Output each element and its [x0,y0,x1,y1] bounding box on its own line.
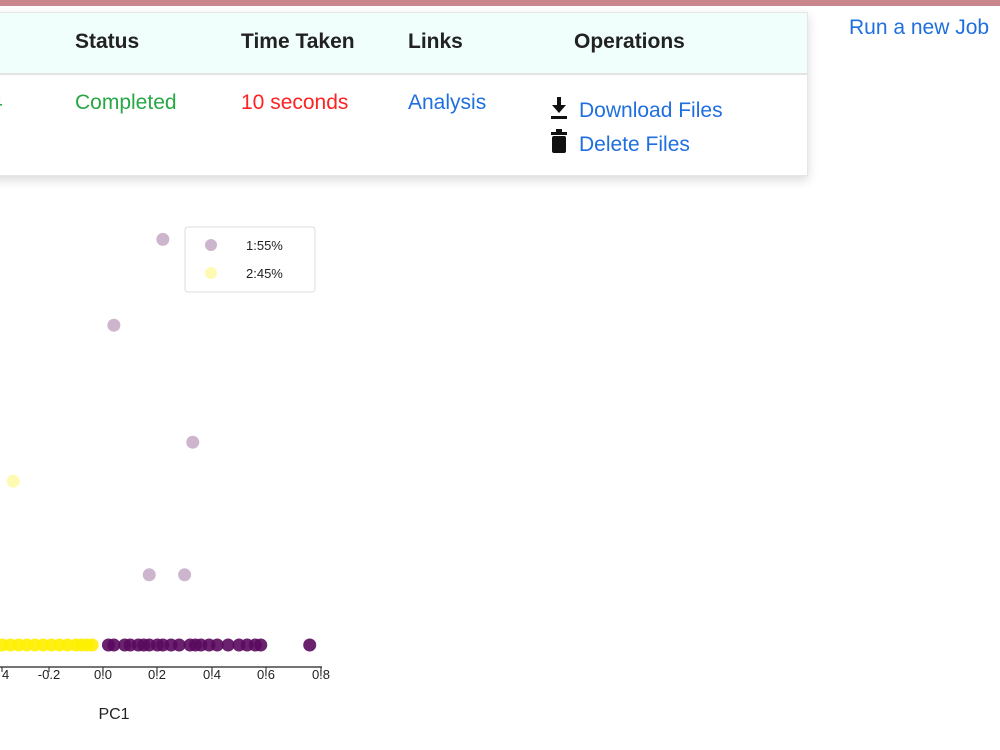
header-links: Links [408,30,463,53]
legend-marker-1 [205,239,217,251]
scatter-point [178,568,192,582]
legend-label-1: 1:55% [246,238,283,253]
scatter-point [85,638,99,652]
x-tick-label: 0!2 [148,667,166,682]
scatter-point [186,435,200,449]
delete-files-label: Delete Files [579,133,690,156]
x-tick-label: 0!0 [94,667,112,682]
scatter-point [303,638,317,652]
top-accent-bar [0,0,1000,6]
scatter-point [156,232,170,246]
x-tick-label: 4 [2,667,9,682]
legend-box [184,226,316,293]
scatter-point [142,568,156,582]
header-operations: Operations [574,30,685,53]
download-files-link[interactable]: Download Files [551,97,723,123]
scatter-point [6,474,20,488]
jobs-table: Status Time Taken Links Operations 4 Com… [0,12,808,176]
delete-files-link[interactable]: Delete Files [551,129,690,157]
scatter-point [254,638,268,652]
trash-icon [551,129,567,153]
scatter-point [107,318,121,332]
x-tick-label: 0!4 [203,667,221,682]
time-taken-value: 10 seconds [241,91,349,114]
download-icon [551,97,567,119]
table-header: Status Time Taken Links Operations [0,13,807,75]
pca-scatter-plot: 4 -0.2 0!0 0!2 0!4 0!6 0!8 PC1 1:55% 2:45% [0,226,330,723]
header-status: Status [75,30,140,53]
status-text: Completed [75,91,177,114]
job-id-partial: 4 [0,91,3,115]
run-new-job-link[interactable]: Run a new Job [849,16,989,40]
legend-marker-2 [205,267,217,279]
header-time-taken: Time Taken [241,30,355,53]
scatter-points [0,232,317,652]
legend-label-2: 2:45% [246,266,283,281]
x-axis-label: PC1 [98,706,129,723]
x-axis-ticks: 4 -0.2 0!0 0!2 0!4 0!6 0!8 [1,667,330,682]
x-tick-label: 0!6 [257,667,275,682]
x-tick-label: -0.2 [38,667,60,682]
legend: 1:55% 2:45% [184,226,316,293]
download-files-label: Download Files [579,99,723,122]
x-tick-label: 0!8 [312,667,330,682]
analysis-link[interactable]: Analysis [408,91,486,115]
